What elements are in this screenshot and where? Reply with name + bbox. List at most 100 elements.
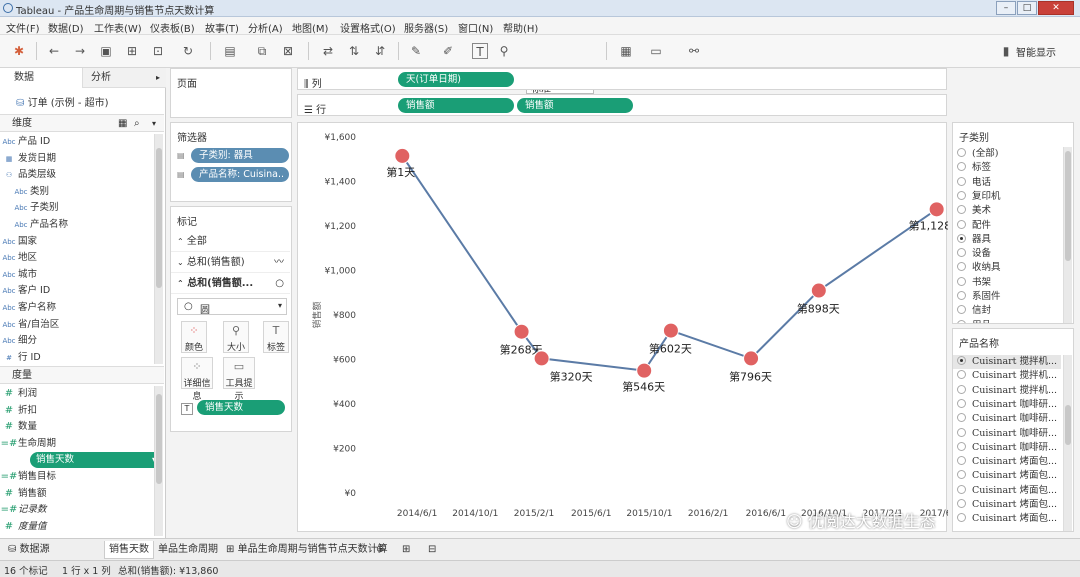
- subcategory-option[interactable]: 信封: [953, 304, 1061, 318]
- new-datasource-icon[interactable]: ⊞: [124, 43, 140, 59]
- sort-asc-icon[interactable]: ⇅: [346, 43, 362, 59]
- color-button[interactable]: ⁘ 颜色: [181, 321, 207, 353]
- menu-item[interactable]: 仪表板(B): [150, 20, 195, 35]
- share-icon[interactable]: ⚯: [686, 43, 702, 59]
- product-option[interactable]: Cuisinart 烤面包...: [953, 512, 1061, 526]
- pin-icon[interactable]: ⚲: [496, 43, 512, 59]
- chevron-down-icon[interactable]: ▾: [152, 115, 156, 133]
- dimension-field[interactable]: Abc 客户名称: [0, 300, 152, 316]
- presentation-icon[interactable]: ▭: [648, 43, 664, 59]
- datasource-item[interactable]: ⛁ 订单 (示例 - 超市): [16, 94, 162, 109]
- product-option[interactable]: Cuisinart 搅拌机...: [953, 355, 1061, 369]
- columns-pill[interactable]: 天(订单日期): [398, 72, 514, 87]
- marks-row-line[interactable]: ⌄ 总和(销售额) 〰: [171, 252, 290, 273]
- minimize-icon[interactable]: –: [996, 1, 1016, 15]
- new-sheet-icon[interactable]: ⊕: [372, 541, 388, 559]
- detail-button[interactable]: ⁘ 详细信息: [181, 357, 213, 402]
- tab-sales-days[interactable]: 销售天数: [104, 541, 154, 559]
- product-option[interactable]: Cuisinart 咖啡研...: [953, 398, 1061, 412]
- pages-card[interactable]: 页面: [170, 68, 292, 118]
- show-cards-icon[interactable]: ▦: [618, 43, 634, 59]
- highlight-icon[interactable]: ✎: [408, 43, 424, 59]
- menu-item[interactable]: 服务器(S): [404, 20, 448, 35]
- filter-pill-subcategory[interactable]: 子类别: 器具: [191, 148, 289, 163]
- swap-icon[interactable]: ⇄: [320, 43, 336, 59]
- undo-icon[interactable]: ←: [46, 43, 62, 59]
- dimension-field[interactable]: Abc 产品 ID: [0, 134, 152, 150]
- clear-sheet-icon[interactable]: ⊠: [280, 43, 296, 59]
- menu-item[interactable]: 文件(F): [6, 20, 40, 35]
- tab-analysis[interactable]: 分析 ▸: [82, 68, 166, 88]
- save-icon[interactable]: ▣: [98, 43, 114, 59]
- dimension-field[interactable]: Abc 产品名称: [0, 217, 152, 233]
- measure-field[interactable]: =#生命周期: [0, 436, 152, 452]
- refresh-icon[interactable]: ↻: [180, 43, 196, 59]
- measures-scrollbar[interactable]: [154, 386, 163, 536]
- group-icon[interactable]: ✐: [440, 43, 456, 59]
- dimension-field[interactable]: ⚇ 品类层级: [0, 167, 152, 183]
- product-option[interactable]: Cuisinart 搅拌机...: [953, 384, 1061, 398]
- measure-field[interactable]: =#销售目标: [0, 469, 152, 485]
- label-pill[interactable]: 销售天数: [197, 400, 285, 415]
- marks-row-circle[interactable]: ⌃ 总和(销售额... ○: [171, 273, 290, 294]
- rows-pill-2[interactable]: 销售额: [517, 98, 633, 113]
- search-icon[interactable]: ⌕: [134, 115, 140, 133]
- menu-item[interactable]: 故事(T): [205, 20, 239, 35]
- product-option[interactable]: Cuisinart 烤面包...: [953, 498, 1061, 512]
- tab-lifecycle-days[interactable]: ⊞ 单品生命周期与销售节点天数计算: [222, 541, 392, 559]
- size-button[interactable]: ⚲ 大小: [223, 321, 249, 353]
- menu-item[interactable]: 数据(D): [48, 20, 84, 35]
- tooltip-button[interactable]: ▭ 工具提示: [223, 357, 255, 402]
- product-option[interactable]: Cuisinart 咖啡研...: [953, 441, 1061, 455]
- view-icon[interactable]: ▦: [118, 115, 127, 133]
- product-option[interactable]: Cuisinart 烤面包...: [953, 469, 1061, 483]
- dimension-field[interactable]: Abc 地区: [0, 250, 152, 266]
- subcategory-option[interactable]: (全部): [953, 147, 1061, 161]
- marks-all[interactable]: ⌃ 全部: [171, 231, 290, 252]
- subcategory-option[interactable]: 配件: [953, 219, 1061, 233]
- new-worksheet-icon[interactable]: ▤: [222, 43, 238, 59]
- measure-field[interactable]: # 销售额: [0, 486, 152, 502]
- dimension-field[interactable]: Abc 国家: [0, 234, 152, 250]
- dimension-field[interactable]: Abc 客户 ID: [0, 283, 152, 299]
- dimension-field[interactable]: Abc 细分: [0, 333, 152, 349]
- subcategory-option[interactable]: 标签: [953, 161, 1061, 175]
- dimension-field[interactable]: # 行 ID: [0, 350, 152, 366]
- product-option[interactable]: Cuisinart 咖啡研...: [953, 427, 1061, 441]
- tab-datasource[interactable]: ⛁ 数据源: [4, 541, 54, 559]
- close-icon[interactable]: ✕: [1038, 1, 1074, 15]
- subcategory-option[interactable]: 美术: [953, 204, 1061, 218]
- sort-desc-icon[interactable]: ⇵: [372, 43, 388, 59]
- tab-product-lifecycle[interactable]: 单品生命周期: [154, 541, 222, 559]
- dimensions-scrollbar[interactable]: [154, 134, 163, 364]
- menu-item[interactable]: 工作表(W): [94, 20, 142, 35]
- subcategory-option[interactable]: 用品: [953, 319, 1061, 323]
- measure-field[interactable]: =#销售天数▾: [30, 452, 162, 469]
- show-labels-icon[interactable]: T: [472, 43, 488, 59]
- product-option[interactable]: Cuisinart 烤面包...: [953, 484, 1061, 498]
- redo-icon[interactable]: →: [72, 43, 88, 59]
- mark-type-select[interactable]: ○ 圆 ▾: [177, 298, 287, 316]
- menu-item[interactable]: 分析(A): [248, 20, 283, 35]
- dimension-field[interactable]: Abc 省/自治区: [0, 317, 152, 333]
- maximize-icon[interactable]: □: [1017, 1, 1037, 15]
- measure-field[interactable]: # 数量: [0, 419, 152, 435]
- measure-field[interactable]: =#记录数: [0, 502, 152, 518]
- new-dashboard-icon[interactable]: ⊞: [398, 541, 414, 559]
- pause-updates-icon[interactable]: ⊡: [150, 43, 166, 59]
- subcategory-option[interactable]: 复印机: [953, 190, 1061, 204]
- product-scrollbar[interactable]: [1063, 355, 1072, 531]
- product-option[interactable]: Cuisinart 搅拌机...: [953, 369, 1061, 383]
- measure-field[interactable]: # 利润: [0, 386, 152, 402]
- subcategory-option[interactable]: 收纳具: [953, 261, 1061, 275]
- filter-pill-product[interactable]: 产品名称: Cuisina..: [191, 167, 289, 182]
- tableau-start-icon[interactable]: ✱: [11, 43, 27, 59]
- subcategory-option[interactable]: 器具: [953, 233, 1061, 247]
- menu-item[interactable]: 窗口(N): [458, 20, 493, 35]
- rows-shelf[interactable]: ☰ 行 销售额 销售额: [297, 94, 947, 116]
- tab-data[interactable]: 数据: [0, 68, 82, 88]
- columns-shelf[interactable]: ⫼ 列 天(订单日期): [297, 68, 947, 90]
- dimension-field[interactable]: ▦ 发货日期: [0, 151, 152, 167]
- duplicate-icon[interactable]: ⧉: [254, 43, 270, 59]
- rows-pill-1[interactable]: 销售额: [398, 98, 514, 113]
